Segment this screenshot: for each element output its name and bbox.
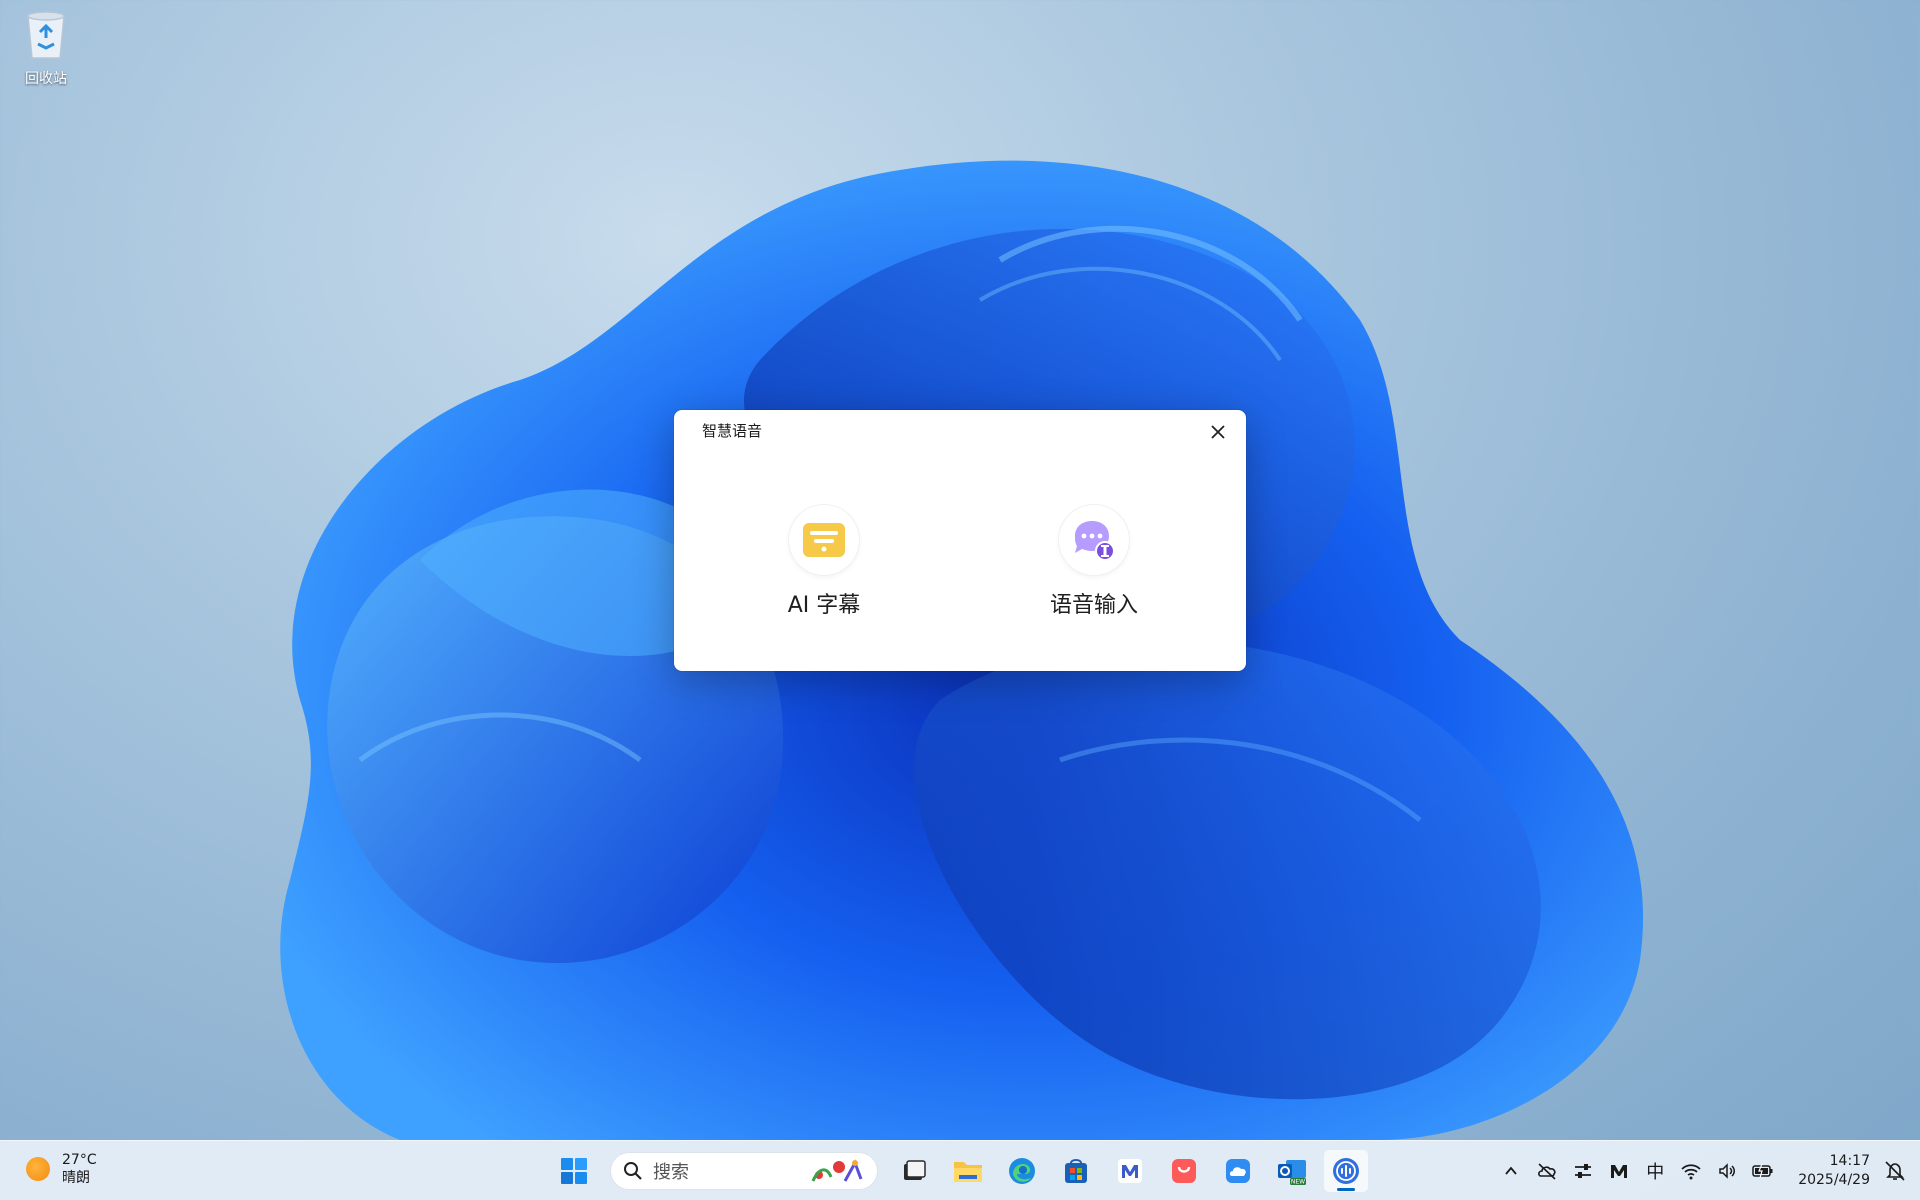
app-store-button[interactable] bbox=[1162, 1150, 1206, 1192]
ai-subtitle-icon-circle bbox=[789, 505, 859, 575]
wifi-icon bbox=[1681, 1164, 1701, 1180]
battery-button[interactable] bbox=[1752, 1160, 1774, 1182]
feature-label: AI 字幕 bbox=[787, 593, 861, 618]
store-button[interactable] bbox=[1054, 1150, 1098, 1192]
edge-icon bbox=[1009, 1158, 1035, 1184]
edge-button[interactable] bbox=[1000, 1150, 1044, 1192]
recycle-bin-label: 回收站 bbox=[25, 71, 67, 87]
clock-time: 14:17 bbox=[1829, 1153, 1870, 1169]
start-icon bbox=[561, 1158, 587, 1184]
mail-app-icon bbox=[1118, 1159, 1142, 1183]
task-view-button[interactable] bbox=[892, 1150, 936, 1192]
battery-charging-icon bbox=[1752, 1163, 1773, 1179]
wifi-button[interactable] bbox=[1680, 1160, 1702, 1182]
app-store-icon bbox=[1172, 1159, 1196, 1183]
onedrive-tray-button[interactable] bbox=[1536, 1160, 1558, 1182]
weather-temperature: 27°C bbox=[62, 1152, 97, 1168]
speaker-icon bbox=[1719, 1163, 1736, 1179]
outlook-button[interactable]: NEW bbox=[1270, 1150, 1314, 1192]
mail-app-button[interactable] bbox=[1108, 1150, 1152, 1192]
feature-voice-input[interactable]: 语音输入 bbox=[994, 505, 1194, 619]
smart-voice-dialog: 智慧语音 AI 字幕 语音输入 bbox=[674, 410, 1246, 671]
notification-bell-icon bbox=[1885, 1161, 1905, 1181]
start-button[interactable] bbox=[552, 1150, 596, 1192]
notification-button[interactable] bbox=[1884, 1160, 1906, 1182]
weather-widget[interactable]: 27°C 晴朗 bbox=[26, 1151, 97, 1187]
system-tray: 中 14:17 2025/4/29 bbox=[1500, 1141, 1906, 1200]
taskbar-apps: 搜索 NEW bbox=[552, 1150, 1368, 1192]
search-icon bbox=[624, 1162, 642, 1180]
voice-input-icon bbox=[1075, 521, 1115, 561]
volume-button[interactable] bbox=[1716, 1160, 1738, 1182]
ime-indicator[interactable]: 中 bbox=[1644, 1160, 1666, 1183]
svg-text:NEW: NEW bbox=[1291, 1179, 1305, 1186]
weather-text: 27°C 晴朗 bbox=[62, 1151, 97, 1187]
taskbar-clock[interactable]: 14:17 2025/4/29 bbox=[1798, 1152, 1870, 1190]
cloud-button[interactable] bbox=[1216, 1150, 1260, 1192]
cloud-icon bbox=[1226, 1159, 1250, 1183]
taskbar: 27°C 晴朗 搜索 NEW 中 14:17 2025/4/29 bbox=[0, 1140, 1920, 1200]
file-explorer-icon bbox=[954, 1162, 982, 1182]
file-explorer-button[interactable] bbox=[946, 1150, 990, 1192]
smart-voice-icon bbox=[1333, 1158, 1359, 1184]
store-icon bbox=[1065, 1159, 1087, 1183]
mail-app-tray-icon bbox=[1611, 1165, 1628, 1178]
desktop-icon-recycle-bin[interactable]: 回收站 bbox=[14, 8, 78, 88]
task-view-icon bbox=[904, 1160, 926, 1180]
taskbar-search[interactable]: 搜索 bbox=[610, 1152, 878, 1190]
smart-voice-button[interactable] bbox=[1324, 1150, 1368, 1192]
recycle-bin-icon bbox=[27, 11, 65, 59]
feature-label: 语音输入 bbox=[1049, 593, 1138, 618]
search-placeholder: 搜索 bbox=[653, 1162, 689, 1183]
voice-input-icon-circle bbox=[1059, 505, 1129, 575]
cloud-offline-icon bbox=[1538, 1163, 1556, 1180]
close-icon bbox=[1211, 425, 1225, 439]
ai-subtitle-icon bbox=[803, 523, 845, 557]
mail-app-tray-button[interactable] bbox=[1608, 1160, 1630, 1182]
sunny-weather-icon bbox=[26, 1157, 50, 1181]
outlook-new-icon: NEW bbox=[1278, 1160, 1306, 1186]
settings-tray-button[interactable] bbox=[1572, 1160, 1594, 1182]
close-button[interactable] bbox=[1204, 418, 1232, 446]
feature-ai-subtitle[interactable]: AI 字幕 bbox=[724, 505, 924, 619]
sliders-icon bbox=[1575, 1164, 1592, 1178]
clock-date: 2025/4/29 bbox=[1798, 1172, 1870, 1188]
weather-condition: 晴朗 bbox=[62, 1170, 90, 1186]
show-hidden-icons-button[interactable] bbox=[1500, 1160, 1522, 1182]
search-highlight-icon bbox=[811, 1159, 863, 1182]
dialog-title: 智慧语音 bbox=[702, 422, 763, 440]
chevron-up-icon bbox=[1505, 1166, 1517, 1175]
